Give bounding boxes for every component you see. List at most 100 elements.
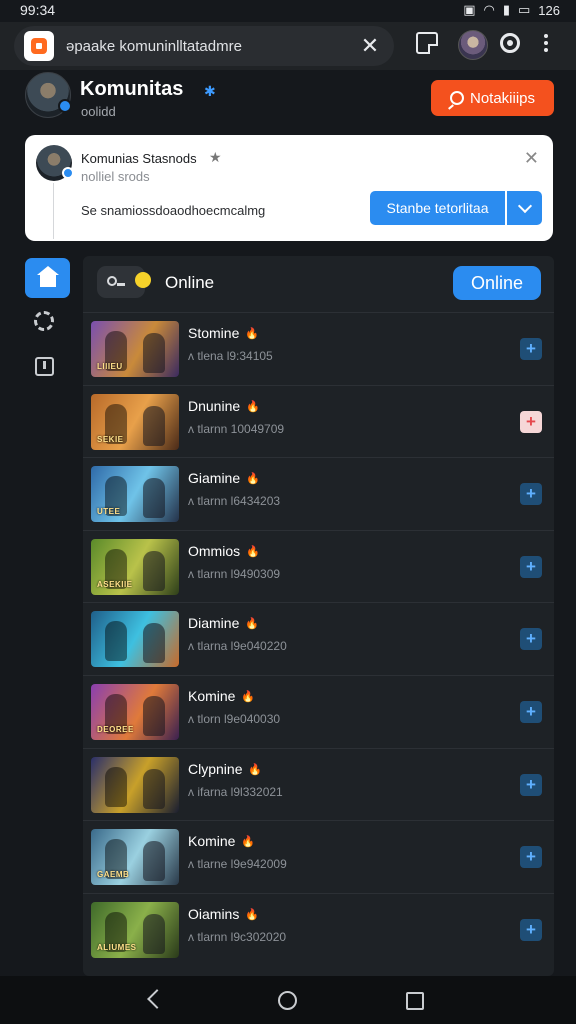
thumbnail-title: UTEE (97, 507, 121, 517)
status-icons: ▣ ◠ ▮ ▭ 126 (463, 2, 560, 18)
list-item[interactable]: GAEMB Komine 🔥 ʌ tlarne l9e942009 + (83, 820, 554, 893)
add-icon[interactable]: + (520, 918, 542, 941)
game-list: LIIIEU Stomine 🔥 ʌ tlena l9:34105 + SEKIE Dnun… (83, 312, 554, 965)
flame-icon: 🔥 (245, 908, 259, 921)
alert-icon[interactable] (35, 357, 54, 376)
panel-title: Online (165, 273, 215, 292)
game-meta: ʌ tlarnn l9490309 (188, 566, 281, 581)
game-meta: ʌ tlena l9:34105 (188, 349, 273, 363)
list-item[interactable]: ASEKIIE Ommios 🔥 ʌ tlarnn l9490309 + (83, 529, 554, 603)
status-bar: 99:34 ▣ ◠ ▮ ▭ 126 (0, 0, 576, 20)
thumbnail-title: GAEMB (97, 870, 130, 880)
list-item[interactable]: UTEE Giamine 🔥 ʌ tlarnn l6434203 + (83, 457, 554, 530)
home-circle-icon[interactable] (278, 991, 297, 1010)
online-panel: Online Online LIIIEU Stomine 🔥 ʌ tlena l9:3… (83, 256, 554, 976)
signal-icon: ▮ (502, 2, 510, 17)
add-icon[interactable]: + (520, 846, 542, 869)
flame-icon: 🔥 (245, 618, 259, 631)
tabs-icon[interactable] (416, 32, 438, 54)
dismiss-icon[interactable]: ✕ (524, 149, 539, 167)
add-icon[interactable]: + (520, 628, 542, 651)
thumbnail-title: ALIUMES (97, 942, 137, 952)
thumbnail-title: LIIIEU (97, 362, 123, 371)
more-menu-icon[interactable] (544, 34, 548, 55)
game-name[interactable]: Giamine (188, 470, 240, 486)
add-icon[interactable]: + (520, 773, 542, 796)
game-meta: ʌ tlarnn 10049709 (188, 421, 285, 436)
recents-icon[interactable] (406, 992, 424, 1010)
game-thumbnail[interactable]: ALIUMES (91, 901, 179, 958)
flame-icon: 🔥 (246, 400, 260, 413)
notification-action-button[interactable]: Stanbe tetorlitaa (370, 191, 505, 225)
game-name[interactable]: Clypnine (188, 761, 242, 777)
record-icon[interactable] (500, 33, 520, 53)
community-header: Komunitas ✱ oolidd Notakiiips (0, 70, 576, 134)
game-name[interactable]: Stomine (188, 325, 239, 341)
key-filter-button[interactable] (97, 266, 151, 298)
flame-icon: 🔥 (241, 836, 255, 849)
thumbnail-title: ASEKIIE (97, 579, 133, 589)
close-icon[interactable]: ✕ (356, 35, 384, 57)
panel-header: Online Online (83, 256, 554, 311)
game-meta: ʌ tlarne l9e942009 (188, 857, 287, 872)
system-nav-bar (0, 976, 576, 1024)
verified-badge-icon (58, 99, 72, 113)
list-item[interactable]: Clypnine 🔥 ʌ ifarna l9l332021 + (83, 747, 554, 821)
list-item[interactable]: Diamine 🔥 ʌ tlarna l9e040220 + (83, 602, 554, 675)
wifi-icon: ◠ (483, 2, 495, 17)
game-thumbnail[interactable]: GAEMB (91, 829, 179, 886)
add-icon[interactable]: + (520, 338, 542, 360)
game-thumbnail[interactable]: DEOREE (91, 683, 179, 740)
game-name[interactable]: Dnunine (188, 398, 240, 414)
home-icon[interactable] (25, 258, 70, 298)
back-icon[interactable] (147, 989, 167, 1009)
game-name[interactable]: Komine (188, 833, 235, 849)
chevron-down-icon[interactable] (507, 191, 542, 225)
community-avatar[interactable] (25, 72, 72, 118)
game-thumbnail[interactable]: UTEE (91, 466, 179, 523)
verified-badge-icon (62, 167, 74, 179)
game-name[interactable]: Komine (188, 688, 235, 704)
notification-message: Se snamiossdoaodhoecmcalmg (81, 203, 266, 218)
status-time: 99:34 (20, 2, 56, 18)
game-meta: ʌ tlarnn l9c302020 (188, 929, 287, 944)
add-icon[interactable]: + (520, 410, 542, 433)
thumbnail-title: SEKIE (97, 434, 124, 444)
search-icon (449, 91, 464, 105)
star-icon[interactable]: ★ (209, 149, 222, 166)
verified-icon: ✱ (204, 83, 216, 99)
lock-icon: ▣ (463, 2, 476, 17)
add-icon[interactable]: + (520, 555, 542, 578)
notify-button[interactable]: Notakiiips (431, 80, 554, 116)
list-item[interactable]: DEOREE Komine 🔥 ʌ tlorn l9e040030 + (83, 674, 554, 748)
notification-avatar (36, 145, 74, 181)
key-icon (107, 276, 125, 286)
add-icon[interactable]: + (520, 700, 542, 723)
game-thumbnail[interactable]: SEKIE (91, 393, 179, 450)
notify-label: Notakiiips (469, 89, 536, 107)
game-name[interactable]: Diamine (188, 615, 239, 631)
flame-icon: 🔥 (248, 763, 262, 776)
game-meta: ʌ tlorn l9e040030 (188, 711, 281, 726)
game-thumbnail[interactable]: ASEKIIE (91, 538, 179, 595)
notification-subtitle: nolliel srods (81, 169, 150, 184)
online-button[interactable]: Online (453, 266, 541, 300)
flame-icon: 🔥 (241, 690, 255, 703)
url-bar[interactable]: əpaake komuninlltatadmre ✕ (14, 26, 394, 66)
game-thumbnail[interactable] (91, 756, 179, 813)
game-thumbnail[interactable]: LIIIEU (91, 321, 179, 377)
community-subtitle: oolidd (81, 104, 116, 119)
profile-avatar[interactable] (458, 30, 488, 60)
list-item[interactable]: LIIIEU Stomine 🔥 ʌ tlena l9:34105 + (83, 312, 554, 385)
add-icon[interactable]: + (520, 483, 542, 506)
url-text[interactable]: əpaake komuninlltatadmre (66, 38, 356, 55)
game-thumbnail[interactable] (91, 611, 179, 668)
game-name[interactable]: Ommios (188, 543, 240, 559)
site-favicon-icon (24, 31, 54, 61)
game-name[interactable]: Oiamins (188, 906, 239, 922)
list-item[interactable]: SEKIE Dnunine 🔥 ʌ tlarnn 10049709 + (83, 384, 554, 458)
game-meta: ʌ tlarnn l6434203 (188, 494, 281, 509)
notification-title: Komunias Stasnods (81, 151, 197, 166)
gear-icon[interactable] (34, 311, 54, 331)
list-item[interactable]: ALIUMES Oiamins 🔥 ʌ tlarnn l9c302020 + (83, 892, 554, 966)
